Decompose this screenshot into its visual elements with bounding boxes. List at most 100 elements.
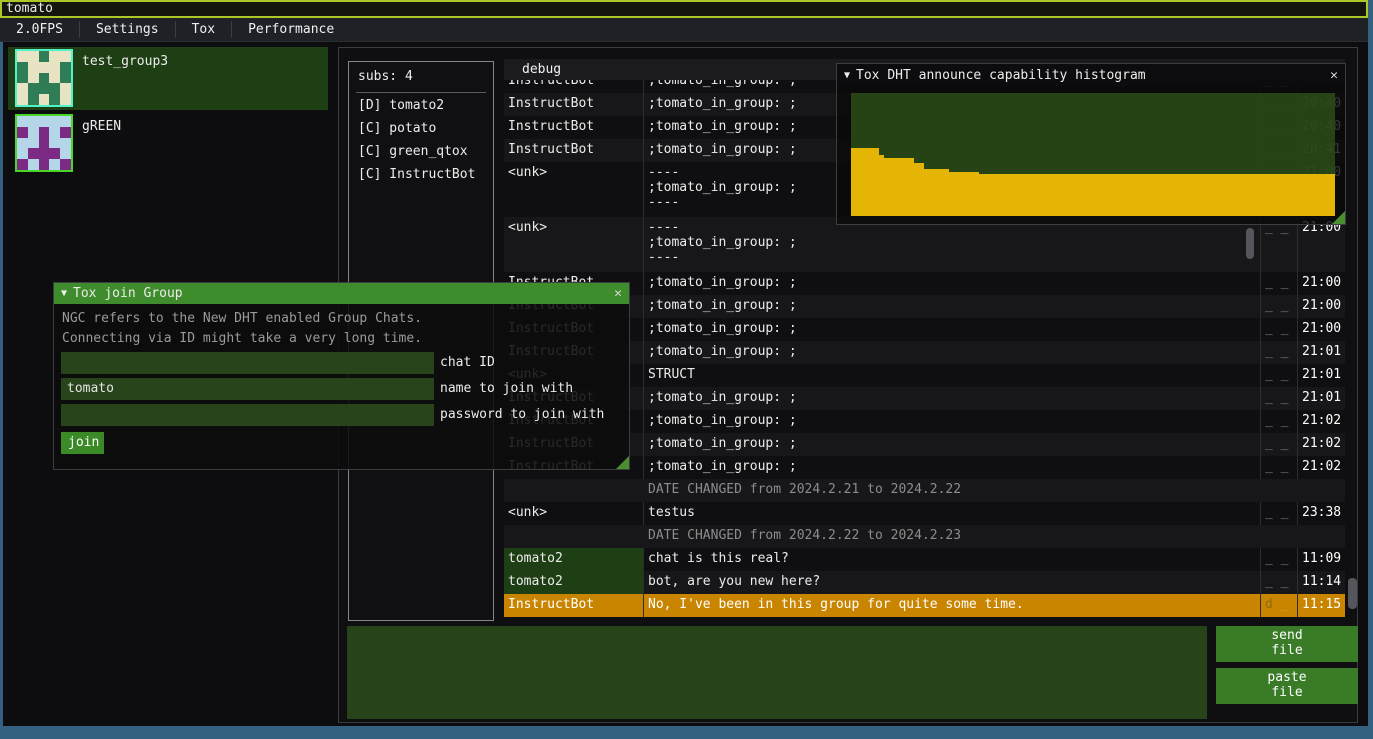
avatar-pixel bbox=[49, 138, 60, 149]
name-to-join-with-input[interactable]: tomato bbox=[61, 378, 434, 400]
menu-bar: 2.0FPSSettingsToxPerformance bbox=[0, 18, 1368, 42]
avatar-pixel bbox=[60, 159, 71, 170]
message-row[interactable]: <unk>STRUCT_ _21:01 bbox=[504, 364, 1345, 387]
message-row[interactable]: InstructBot;tomato_in_group: ;_ _21:01 bbox=[504, 387, 1345, 410]
avatar-pixel bbox=[17, 148, 28, 159]
join-field-row: chat ID bbox=[61, 352, 627, 374]
avatar-pixel bbox=[60, 127, 71, 138]
avatar-pixel bbox=[28, 51, 39, 62]
send-file-button[interactable]: send file bbox=[1216, 626, 1358, 662]
avatar-pixel bbox=[49, 159, 60, 170]
menu-item-tox[interactable]: Tox bbox=[176, 18, 231, 41]
message-row[interactable]: InstructBot;tomato_in_group: ;_ _21:02 bbox=[504, 433, 1345, 456]
delivery-flags: _ _ bbox=[1261, 217, 1298, 272]
member-row-instructbot[interactable]: [C] InstructBot bbox=[349, 164, 493, 187]
chat-id-input[interactable] bbox=[61, 352, 434, 374]
avatar-pixel bbox=[39, 51, 50, 62]
separator bbox=[356, 92, 486, 93]
timestamp: 21:00 bbox=[1298, 272, 1345, 295]
window-scrollbar-thumb[interactable] bbox=[1348, 578, 1357, 609]
message-row[interactable]: InstructBotNo, I've been in this group f… bbox=[504, 594, 1345, 617]
avatar-pixel bbox=[39, 62, 50, 73]
menu-item-settings[interactable]: Settings bbox=[80, 18, 175, 41]
message-row[interactable]: InstructBot;tomato_in_group: ;_ _21:01 bbox=[504, 341, 1345, 364]
timestamp: 21:01 bbox=[1298, 387, 1345, 410]
avatar-pixel bbox=[60, 94, 71, 105]
message-row[interactable]: InstructBot;tomato_in_group: ;_ _21:00 bbox=[504, 318, 1345, 341]
flag-pending: _ bbox=[1281, 597, 1289, 612]
avatar-pixel bbox=[39, 159, 50, 170]
message-text: chat is this real? bbox=[644, 548, 1261, 571]
resize-grip[interactable] bbox=[1332, 211, 1345, 224]
avatar-pixel bbox=[60, 138, 71, 149]
delivery-flags: _ _ bbox=[1261, 318, 1298, 341]
message-scrollbar-thumb[interactable] bbox=[1246, 228, 1254, 259]
avatar-pixel bbox=[28, 73, 39, 84]
message-text: ;tomato_in_group: ; bbox=[644, 410, 1261, 433]
join-button[interactable]: join bbox=[61, 432, 104, 454]
join-description-line: NGC refers to the New DHT enabled Group … bbox=[62, 311, 422, 326]
histogram-bar-segment bbox=[979, 174, 1335, 216]
group-avatar bbox=[15, 49, 73, 107]
sender-name: InstructBot bbox=[504, 594, 644, 617]
group-name-label: test_group3 bbox=[82, 54, 168, 69]
join-window-titlebar[interactable]: ▼ Tox join Group ✕ bbox=[54, 283, 629, 304]
avatar-pixel bbox=[17, 83, 28, 94]
date-changed-text: DATE CHANGED from 2024.2.21 to 2024.2.22 bbox=[504, 479, 1345, 502]
message-row[interactable]: <unk>---- ;tomato_in_group: ; ----_ _21:… bbox=[504, 217, 1345, 272]
message-row[interactable]: InstructBot;tomato_in_group: ;_ _21:00 bbox=[504, 272, 1345, 295]
member-row-green_qtox[interactable]: [C] green_qtox bbox=[349, 141, 493, 164]
message-row[interactable]: tomato2bot, are you new here?_ _11:14 bbox=[504, 571, 1345, 594]
message-row[interactable]: InstructBot;tomato_in_group: ;_ _21:02 bbox=[504, 410, 1345, 433]
avatar-pixel bbox=[28, 159, 39, 170]
message-row[interactable]: InstructBot;tomato_in_group: ;_ _21:00 bbox=[504, 295, 1345, 318]
menu-item-performance[interactable]: Performance bbox=[232, 18, 350, 41]
avatar-pixel bbox=[60, 148, 71, 159]
date-changed-row[interactable]: DATE CHANGED from 2024.2.21 to 2024.2.22 bbox=[504, 479, 1345, 502]
close-icon[interactable]: ✕ bbox=[614, 286, 622, 301]
histogram-bar-segment bbox=[914, 163, 924, 216]
message-row[interactable]: InstructBot;tomato_in_group: ;_ _21:02 bbox=[504, 456, 1345, 479]
timestamp: 21:00 bbox=[1298, 295, 1345, 318]
close-icon[interactable]: ✕ bbox=[1330, 68, 1338, 83]
message-text: ;tomato_in_group: ; bbox=[644, 341, 1261, 364]
member-row-tomato2[interactable]: [D] tomato2 bbox=[349, 95, 493, 118]
sender-name: InstructBot bbox=[504, 139, 644, 162]
timestamp: 11:14 bbox=[1298, 571, 1345, 594]
message-text: testus bbox=[644, 502, 1261, 525]
avatar-pixel bbox=[28, 148, 39, 159]
delivery-flags: _ _ bbox=[1261, 272, 1298, 295]
timestamp: 23:38 bbox=[1298, 502, 1345, 525]
timestamp: 21:02 bbox=[1298, 433, 1345, 456]
join-field-row: tomatoname to join with bbox=[61, 378, 627, 400]
window-titlebar[interactable]: tomato bbox=[0, 0, 1368, 18]
avatar-pixel bbox=[17, 116, 28, 127]
message-row[interactable]: tomato2chat is this real?_ _11:09 bbox=[504, 548, 1345, 571]
timestamp: 21:00 bbox=[1298, 217, 1345, 272]
group-avatar bbox=[15, 114, 73, 172]
date-changed-row[interactable]: DATE CHANGED from 2024.2.22 to 2024.2.23 bbox=[504, 525, 1345, 548]
histogram-bar-segment bbox=[924, 169, 949, 216]
histogram-window-titlebar[interactable]: ▼ Tox DHT announce capability histogram … bbox=[837, 64, 1345, 86]
sidebar-item-test-group3[interactable]: test_group3 bbox=[8, 47, 328, 110]
delivery-flags: _ _ bbox=[1261, 502, 1298, 525]
paste-file-button[interactable]: paste file bbox=[1216, 668, 1358, 704]
member-row-potato[interactable]: [C] potato bbox=[349, 118, 493, 141]
menu-item-2-0fps[interactable]: 2.0FPS bbox=[0, 18, 79, 41]
avatar-pixel bbox=[49, 62, 60, 73]
avatar-pixel bbox=[49, 73, 60, 84]
message-text: ;tomato_in_group: ; bbox=[644, 433, 1261, 456]
message-input[interactable] bbox=[347, 626, 1207, 719]
avatar-pixel bbox=[17, 159, 28, 170]
password-to-join-with-input[interactable] bbox=[61, 404, 434, 426]
member-list: [D] tomato2[C] potato[C] green_qtox[C] I… bbox=[349, 95, 493, 187]
timestamp: 21:00 bbox=[1298, 318, 1345, 341]
tab-debug[interactable]: debug bbox=[504, 59, 561, 77]
sender-name: InstructBot bbox=[504, 116, 644, 139]
avatar-pixel bbox=[17, 94, 28, 105]
message-row[interactable]: <unk>testus_ _23:38 bbox=[504, 502, 1345, 525]
delivery-flags: _ _ bbox=[1261, 548, 1298, 571]
resize-grip[interactable] bbox=[616, 456, 629, 469]
sidebar-item-green[interactable]: gREEN bbox=[8, 112, 328, 175]
avatar-pixel bbox=[39, 73, 50, 84]
